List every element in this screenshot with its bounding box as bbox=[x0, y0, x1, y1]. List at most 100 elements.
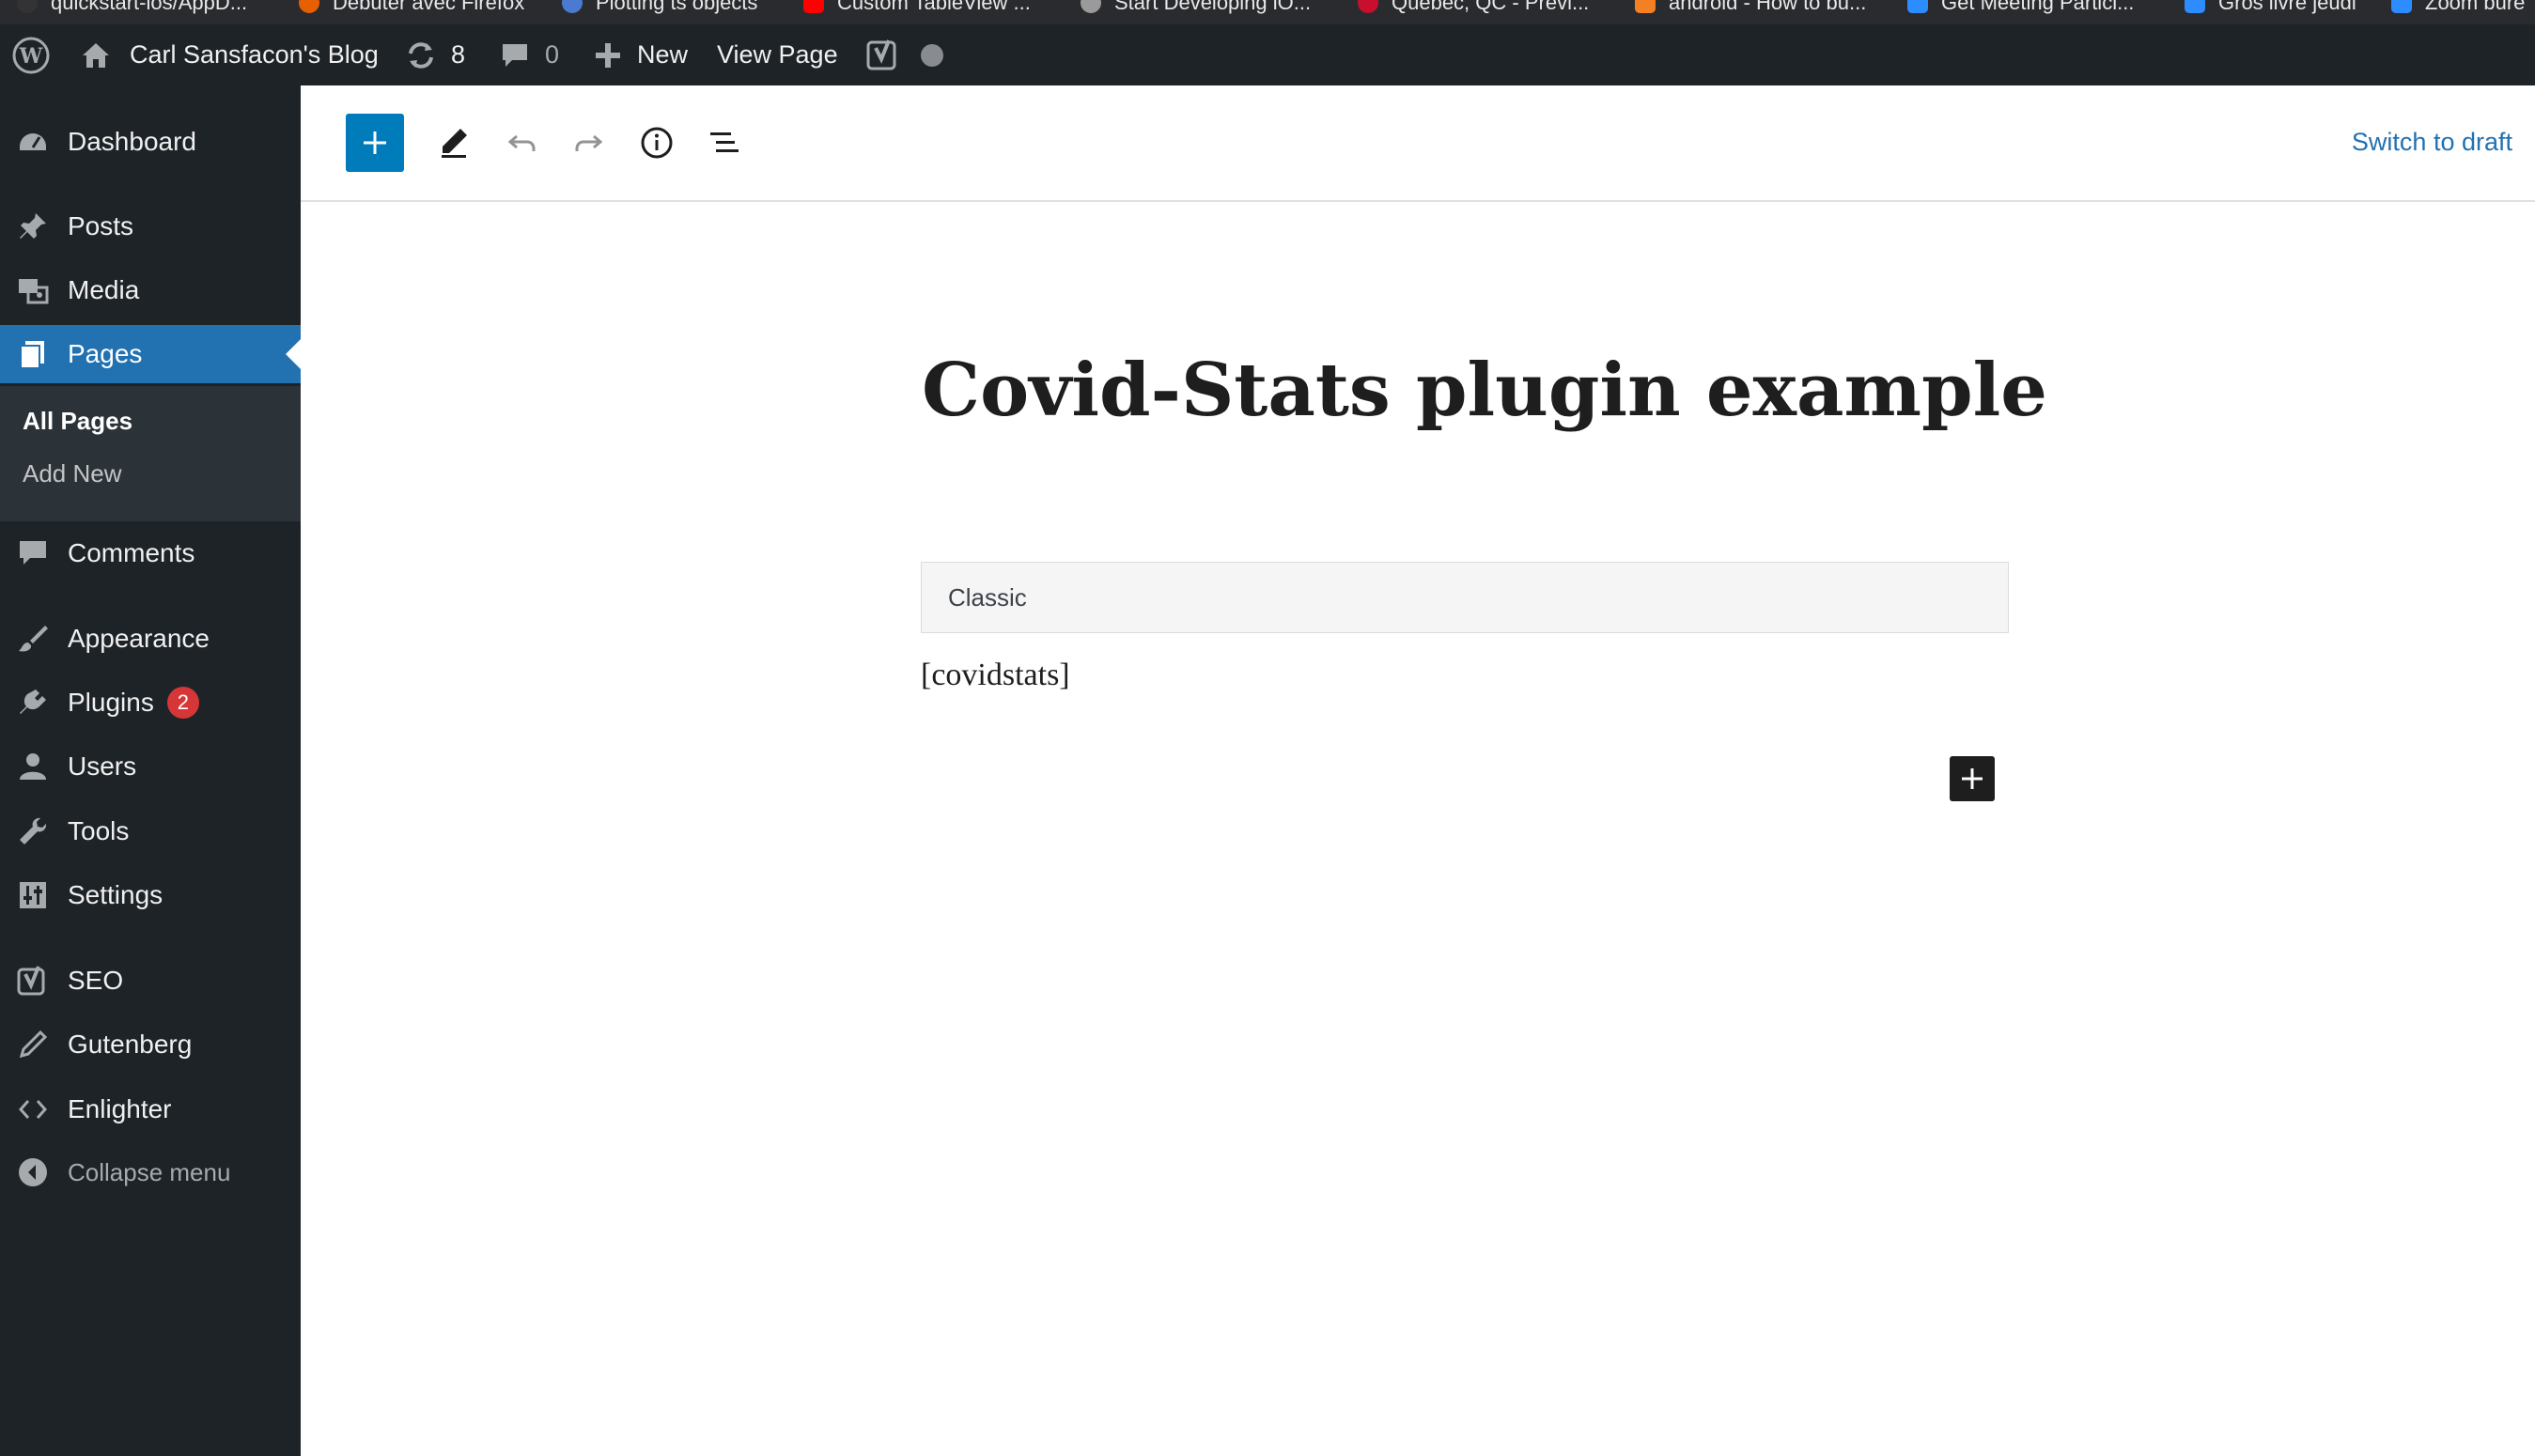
menu-label: Dashboard bbox=[68, 127, 196, 156]
menu-label: Media bbox=[68, 275, 140, 304]
menu-label: Gutenberg bbox=[68, 1030, 193, 1059]
pages-icon bbox=[16, 337, 50, 371]
bookmark-label: Custom TableView ... bbox=[837, 0, 1031, 14]
paintbrush-icon bbox=[16, 622, 50, 656]
classic-block-label: Classic bbox=[948, 582, 1027, 612]
bookmark-item[interactable]: android - How to bu... bbox=[1635, 0, 1866, 17]
tools-button[interactable] bbox=[425, 114, 483, 172]
collapse-icon bbox=[16, 1155, 50, 1189]
plus-icon bbox=[596, 42, 620, 68]
seo-score-indicator[interactable] bbox=[921, 24, 943, 85]
plugins-label-group: Plugins 2 bbox=[68, 687, 199, 719]
menu-label: Appearance bbox=[68, 624, 210, 653]
menu-item-settings[interactable]: Settings bbox=[0, 866, 301, 924]
undo-icon bbox=[507, 134, 536, 151]
bookmark-label: Zoom bure bbox=[2425, 0, 2526, 14]
bookmark-item[interactable]: Débuter avec Firefox bbox=[299, 0, 524, 17]
bookmark-item[interactable]: quickstart-ios/AppD... bbox=[17, 0, 247, 17]
wordpress-logo-button[interactable]: W bbox=[11, 24, 51, 85]
updates-link[interactable]: 8 bbox=[404, 24, 465, 85]
code-icon bbox=[16, 1092, 50, 1126]
plugins-update-badge: 2 bbox=[166, 687, 199, 719]
classic-block-toolbar[interactable]: Classic bbox=[921, 562, 2009, 633]
menu-item-tools[interactable]: Tools bbox=[0, 802, 301, 860]
bookmark-item[interactable]: Zoom bure bbox=[2391, 0, 2525, 17]
pin-icon bbox=[16, 209, 50, 243]
bookmark-label: Plotting ts objects bbox=[596, 0, 758, 14]
home-icon bbox=[83, 42, 109, 68]
comment-icon bbox=[16, 536, 50, 570]
menu-item-appearance[interactable]: Appearance bbox=[0, 610, 301, 668]
post-title[interactable]: Covid-Stats plugin example bbox=[922, 348, 2049, 433]
info-icon bbox=[641, 127, 673, 159]
redo-button[interactable] bbox=[560, 114, 618, 172]
classic-block-content[interactable]: [covidstats] bbox=[921, 658, 1070, 693]
bookmark-label: android - How to bu... bbox=[1669, 0, 1867, 14]
yoast-icon bbox=[866, 39, 896, 70]
zoom-icon bbox=[2185, 0, 2205, 13]
plugin-icon bbox=[16, 686, 50, 720]
yoast-seo-menu[interactable] bbox=[866, 24, 900, 85]
pencil-icon bbox=[16, 1028, 50, 1061]
add-block-button[interactable] bbox=[1950, 756, 1995, 801]
wordpress-icon: W bbox=[12, 37, 50, 73]
switch-to-draft-button[interactable]: Switch to draft bbox=[2352, 128, 2512, 157]
youtube-icon bbox=[803, 0, 824, 13]
new-content-link[interactable]: New bbox=[594, 24, 688, 85]
pencil-icon bbox=[442, 129, 467, 158]
menu-item-posts[interactable]: Posts bbox=[0, 197, 301, 256]
list-view-icon bbox=[710, 132, 739, 152]
menu-item-enlighter[interactable]: Enlighter bbox=[0, 1080, 301, 1138]
menu-item-seo[interactable]: SEO bbox=[0, 952, 301, 1010]
redo-icon bbox=[575, 134, 603, 151]
comment-icon bbox=[503, 43, 527, 67]
bookmark-item[interactable]: Gros livre jeudi bbox=[2185, 0, 2356, 17]
document-outline-button[interactable] bbox=[695, 114, 754, 172]
menu-label: Pages bbox=[68, 339, 143, 368]
user-icon bbox=[16, 750, 50, 783]
bookmark-item[interactable]: Plotting ts objects bbox=[562, 0, 757, 17]
menu-item-gutenberg[interactable]: Gutenberg bbox=[0, 1015, 301, 1074]
menu-label: Settings bbox=[68, 880, 163, 909]
bookmark-label: Gros livre jeudi bbox=[2218, 0, 2356, 14]
bookmarks-bar: quickstart-ios/AppD... Débuter avec Fire… bbox=[0, 0, 2535, 24]
new-label: New bbox=[637, 40, 689, 69]
comments-link[interactable]: 0 bbox=[500, 24, 559, 85]
details-button[interactable] bbox=[628, 114, 686, 172]
menu-item-pages[interactable]: Pages bbox=[0, 325, 301, 383]
media-icon bbox=[16, 273, 50, 307]
menu-item-media[interactable]: Media bbox=[0, 261, 301, 319]
site-name-link[interactable]: Carl Sansfacon's Blog bbox=[79, 24, 379, 85]
submenu-add-new[interactable]: Add New bbox=[23, 459, 122, 488]
menu-item-comments[interactable]: Comments bbox=[0, 524, 301, 582]
plus-icon bbox=[1962, 768, 1983, 789]
view-page-link[interactable]: View Page bbox=[717, 24, 838, 85]
github-icon bbox=[17, 0, 38, 13]
menu-label: Posts bbox=[68, 211, 134, 240]
updates-count: 8 bbox=[451, 40, 466, 69]
bookmark-item[interactable]: Québec, QC - Prévi... bbox=[1358, 0, 1589, 17]
block-inserter-button[interactable] bbox=[346, 114, 404, 172]
menu-item-dashboard[interactable]: Dashboard bbox=[0, 113, 301, 171]
undo-button[interactable] bbox=[492, 114, 551, 172]
menu-label: SEO bbox=[68, 966, 124, 995]
dashboard-icon bbox=[16, 125, 50, 159]
menu-label: Plugins bbox=[68, 688, 154, 717]
zoom-icon bbox=[2391, 0, 2412, 13]
yoast-icon bbox=[16, 964, 50, 998]
submenu-all-pages[interactable]: All Pages bbox=[23, 407, 132, 436]
menu-item-users[interactable]: Users bbox=[0, 737, 301, 796]
svg-text:W: W bbox=[19, 44, 43, 69]
editor-toolbar: Switch to draft bbox=[301, 85, 2535, 202]
bookmark-item[interactable]: Custom TableView ... bbox=[803, 0, 1031, 17]
bookmark-item[interactable]: Start Developing iO... bbox=[1081, 0, 1311, 17]
menu-item-plugins[interactable]: Plugins 2 bbox=[0, 674, 301, 732]
bookmark-label: Débuter avec Firefox bbox=[333, 0, 525, 14]
apple-icon bbox=[1081, 0, 1101, 13]
plus-icon bbox=[364, 132, 386, 154]
stackoverflow-icon bbox=[1635, 0, 1656, 13]
zoom-icon bbox=[1907, 0, 1928, 13]
seo-status-dot bbox=[921, 43, 943, 67]
menu-collapse-button[interactable]: Collapse menu bbox=[0, 1143, 301, 1201]
bookmark-item[interactable]: Get Meeting Partici... bbox=[1907, 0, 2134, 17]
